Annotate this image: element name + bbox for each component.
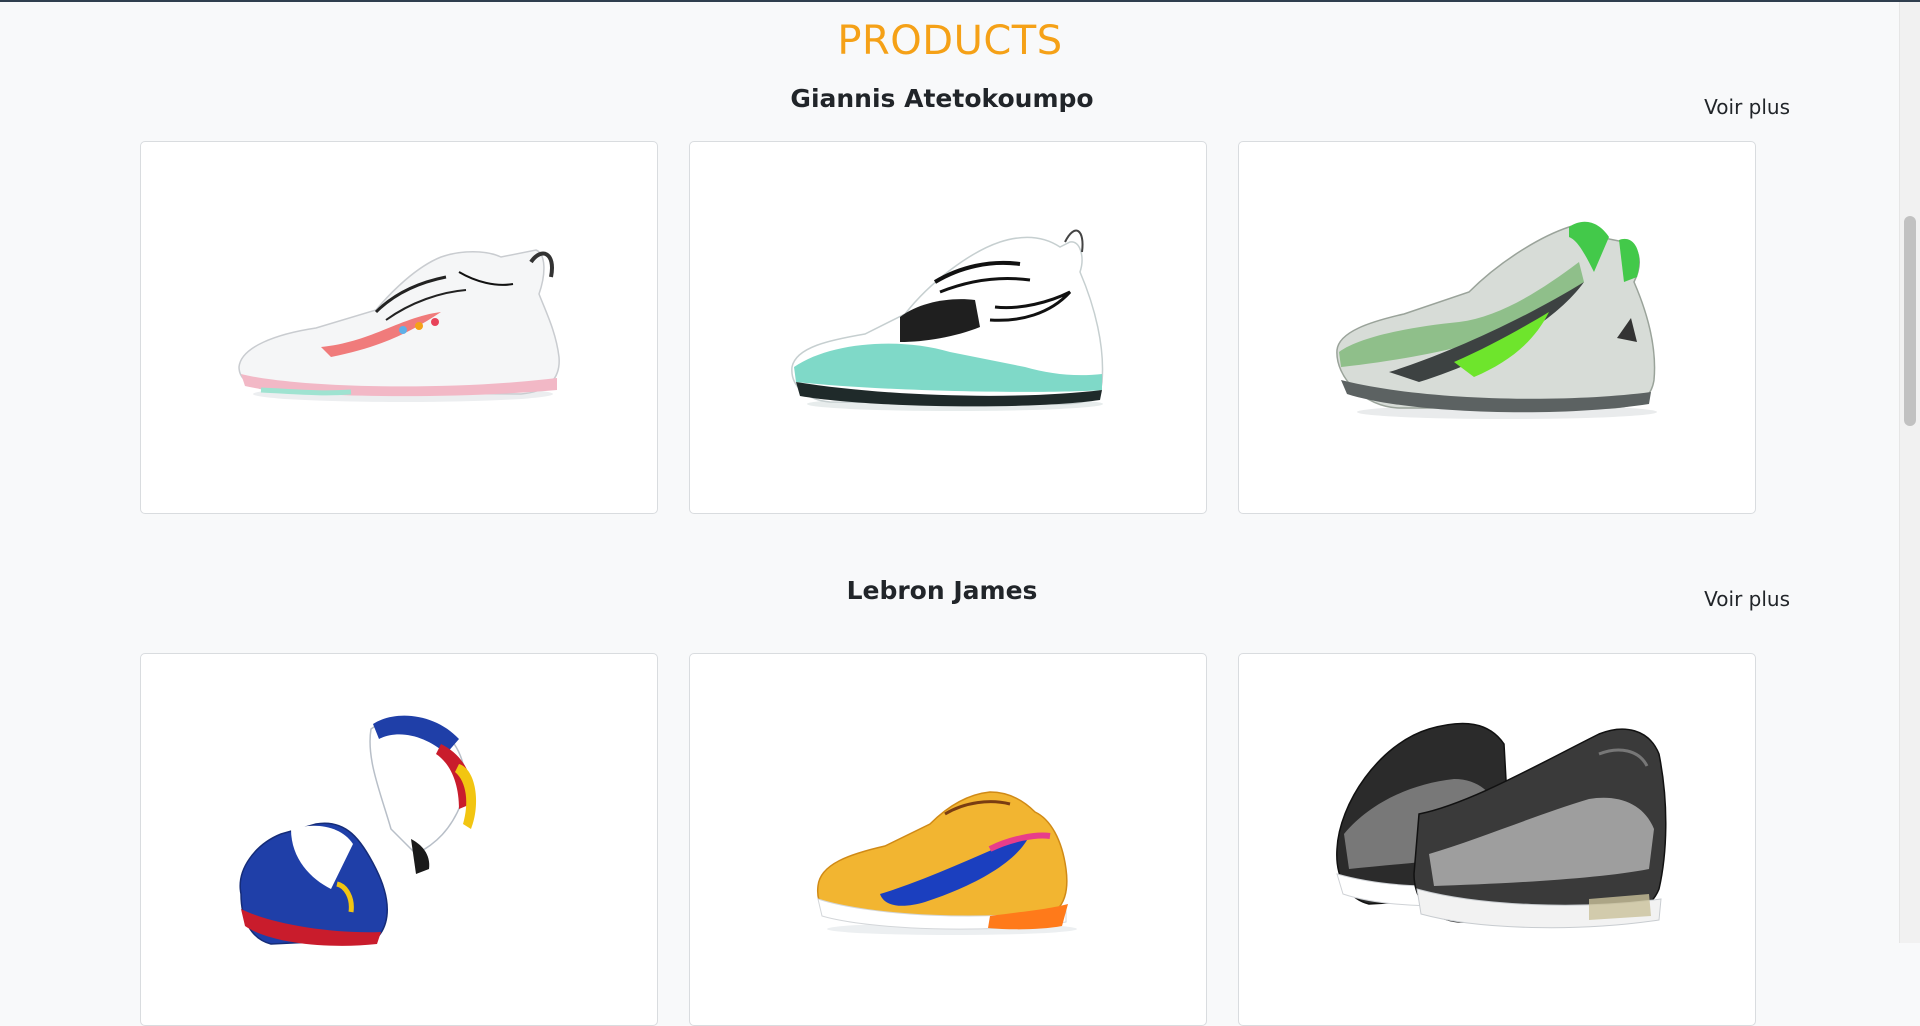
product-card[interactable]: [1238, 653, 1756, 1026]
voir-plus-link-giannis[interactable]: Voir plus: [1704, 95, 1790, 119]
product-card[interactable]: [689, 141, 1207, 514]
products-page: PRODUCTS Giannis Atetokoumpo Voir plus L…: [0, 0, 1900, 1026]
product-image: [1336, 722, 1667, 929]
voir-plus-link-lebron[interactable]: Voir plus: [1704, 587, 1790, 611]
scrollbar-thumb[interactable]: [1904, 216, 1916, 426]
page-title: PRODUCTS: [837, 18, 1063, 64]
product-image: [1336, 221, 1657, 419]
product-card[interactable]: [140, 141, 658, 514]
product-card[interactable]: [1238, 141, 1756, 514]
product-card[interactable]: [140, 653, 658, 1026]
product-image: [239, 715, 477, 946]
product-image: [238, 249, 560, 402]
product-card[interactable]: [689, 653, 1207, 1026]
section-title-lebron: Lebron James: [846, 576, 1038, 605]
product-image: [817, 791, 1077, 935]
page-scrollbar[interactable]: [1899, 2, 1920, 943]
section-title-giannis: Giannis Atetokoumpo: [790, 84, 1094, 113]
product-image: [791, 229, 1104, 411]
